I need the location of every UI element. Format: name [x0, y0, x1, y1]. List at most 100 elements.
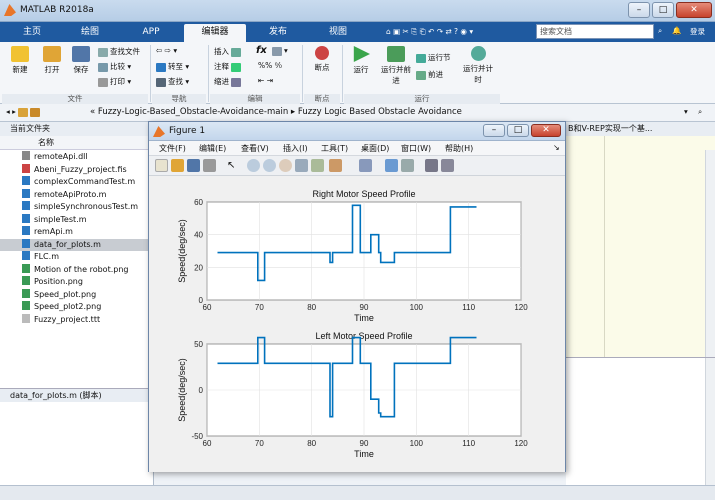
current-folder-path[interactable]: « Fuzzy-Logic-Based_Obstacle-Avoidance-m…	[90, 107, 462, 117]
nav-arrows[interactable]: ◂ ▸	[6, 107, 42, 117]
open-button[interactable]: 打开	[38, 46, 66, 75]
run-button[interactable]: 运行	[346, 46, 376, 75]
maximize-button[interactable]: □	[652, 2, 674, 18]
file-list-item[interactable]: Fuzzy_project.ttt	[0, 313, 154, 327]
comment-button[interactable]: 注释	[214, 61, 243, 72]
new-figure-icon[interactable]	[155, 159, 168, 172]
quick-access-toolbar[interactable]: ⌂ ▣ ✂ ⎘ ⎗ ↶ ↷ ⇄ ? ◉ ▾	[386, 27, 473, 37]
search-icon[interactable]: ⌕	[658, 26, 662, 36]
file-list-item[interactable]: Abeni_Fuzzy_project.fis	[0, 163, 154, 177]
advance-button[interactable]: 前进	[416, 69, 443, 80]
new-button[interactable]: 新建	[6, 46, 34, 75]
notification-icon[interactable]: 🔔	[672, 26, 681, 35]
goto-button[interactable]: 转至 ▾	[156, 61, 189, 72]
zoom-in-icon[interactable]	[247, 159, 260, 172]
back-forward-buttons[interactable]: ⇦ ⇨ ▾	[156, 46, 177, 55]
file-name: remoteApi.dll	[34, 152, 88, 161]
search-documentation-input[interactable]: 搜索文档	[536, 24, 654, 39]
tab-apps[interactable]: APP	[122, 24, 180, 42]
file-list-item[interactable]: Motion of the robot.png	[0, 263, 154, 277]
editor-pane[interactable]	[566, 122, 715, 357]
run-and-time-button[interactable]: 运行并计时	[460, 46, 496, 85]
figure-close-button[interactable]: ✕	[531, 124, 561, 137]
y-tick-label: 20	[194, 263, 203, 272]
menu-file[interactable]: 文件(F)	[159, 143, 186, 154]
plot-area[interactable]: 60 70 80 90 100 110 120 0 20 40 60 Right Motor Spee…	[149, 177, 565, 472]
file-list-item[interactable]: remoteApiProto.m	[0, 188, 154, 202]
menu-edit[interactable]: 编辑(E)	[199, 143, 226, 154]
show-plot-tools-icon[interactable]	[441, 159, 454, 172]
print-button[interactable]: 打印 ▾	[98, 76, 131, 87]
compare-button[interactable]: 比较 ▾	[98, 61, 131, 72]
file-list-item[interactable]: complexCommandTest.m	[0, 176, 154, 189]
run-section-button[interactable]: 运行节	[416, 52, 451, 63]
legend-icon[interactable]	[401, 159, 414, 172]
path-dropdown-icon[interactable]: ▾	[684, 107, 688, 116]
close-button[interactable]: ✕	[676, 2, 712, 18]
insert-options-icon[interactable]: ▾	[272, 46, 288, 56]
pan-hand-icon[interactable]	[279, 159, 292, 172]
login-button[interactable]: 登录	[690, 26, 705, 37]
matlab-logo-icon	[4, 4, 16, 16]
file-list-item[interactable]: Speed_plot2.png	[0, 301, 154, 314]
tab-home[interactable]: 主页	[6, 24, 58, 42]
find-files-button[interactable]: 查找文件	[98, 46, 140, 57]
save-figure-icon[interactable]	[187, 159, 200, 172]
breakpoints-button[interactable]: 断点	[306, 46, 338, 73]
zoom-out-icon[interactable]	[263, 159, 276, 172]
file-list-item[interactable]: simpleTest.m	[0, 213, 154, 227]
tab-view[interactable]: 视图	[310, 24, 366, 42]
comment-options-icon[interactable]: %% ⁰⁄₀	[258, 61, 282, 70]
insert-button[interactable]: 插入	[214, 46, 243, 57]
command-window[interactable]	[566, 357, 715, 500]
editor-margin-line	[604, 136, 605, 357]
indent-button[interactable]: 缩进	[214, 76, 243, 87]
run-section-icon	[416, 53, 426, 63]
editor-scrollbar[interactable]	[705, 150, 715, 357]
print-figure-icon[interactable]	[203, 159, 216, 172]
menu-tools[interactable]: 工具(T)	[321, 143, 348, 154]
editor-tab-strip[interactable]: B和V-REP实现一个基...	[566, 122, 715, 136]
colorbar-icon[interactable]	[385, 159, 398, 172]
file-list-item[interactable]: data_for_plots.m	[0, 238, 154, 251]
file-list-item[interactable]: FLC.m	[0, 251, 154, 264]
command-window-scrollbar[interactable]	[705, 358, 715, 486]
link-plot-icon[interactable]	[359, 159, 372, 172]
minimize-button[interactable]: –	[628, 2, 650, 18]
figure-window[interactable]: Figure 1 – □ ✕ 文件(F) 编辑(E) 查看(V) 插入(I) 工…	[148, 121, 566, 472]
menu-window[interactable]: 窗口(W)	[401, 143, 431, 154]
brush-icon[interactable]	[329, 159, 342, 172]
tab-plots[interactable]: 绘图	[62, 24, 118, 42]
file-list-item[interactable]: remoteApi.dll	[0, 151, 154, 164]
find-button[interactable]: 查找 ▾	[156, 76, 189, 87]
open-file-icon[interactable]	[171, 159, 184, 172]
run-group-label: 运行	[344, 94, 500, 104]
pointer-icon[interactable]: ↖	[227, 159, 240, 172]
menu-desktop[interactable]: 桌面(D)	[361, 143, 389, 154]
menu-view[interactable]: 查看(V)	[241, 143, 269, 154]
file-list-item[interactable]: Position.png	[0, 276, 154, 289]
details-bar[interactable]: data_for_plots.m (脚本)	[0, 388, 154, 402]
file-list-item[interactable]: remApi.m	[0, 226, 154, 239]
fx-button[interactable]: fx	[256, 45, 267, 56]
run-advance-button[interactable]: 运行并前进	[380, 46, 412, 86]
file-list-item[interactable]: simpleSynchronousTest.m	[0, 201, 154, 214]
hide-plot-tools-icon[interactable]	[425, 159, 438, 172]
data-cursor-icon[interactable]	[311, 159, 324, 172]
status-bar	[0, 485, 715, 500]
save-button[interactable]: 保存	[68, 46, 94, 75]
tab-editor[interactable]: 编辑器	[184, 24, 246, 42]
figure-title-bar[interactable]: Figure 1 – □ ✕	[149, 122, 565, 141]
tab-publish[interactable]: 发布	[250, 24, 306, 42]
menu-help[interactable]: 帮助(H)	[445, 143, 473, 154]
browse-folder-icon[interactable]: ⌕	[698, 107, 702, 117]
menu-dock-icon[interactable]: ↘	[553, 143, 560, 152]
file-m-icon	[22, 213, 30, 223]
file-list-item[interactable]: Speed_plot.png	[0, 288, 154, 302]
name-column-header[interactable]: 名称	[0, 136, 154, 150]
figure-maximize-button[interactable]: □	[507, 124, 529, 137]
indent-options-icon[interactable]: ⇤ ⇥	[258, 76, 273, 85]
rotate-3d-icon[interactable]	[295, 159, 308, 172]
menu-insert[interactable]: 插入(I)	[283, 143, 308, 154]
figure-minimize-button[interactable]: –	[483, 124, 505, 137]
